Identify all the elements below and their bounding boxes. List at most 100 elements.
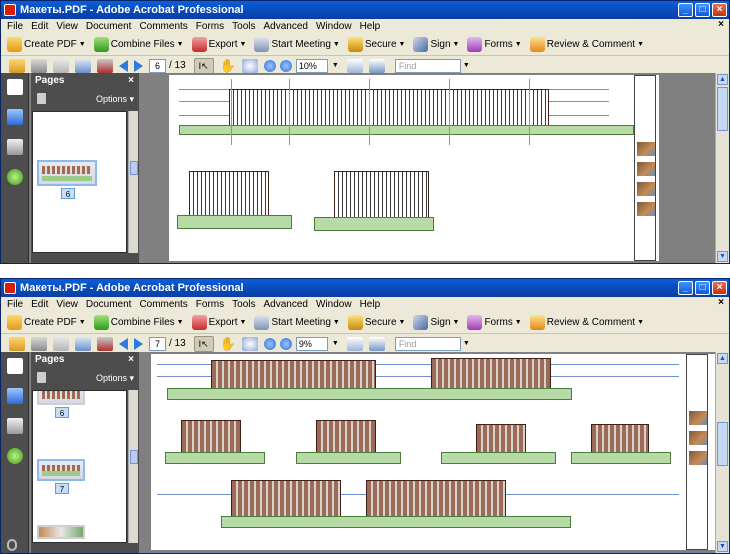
document-scrollbar[interactable]: ▲ ▼ xyxy=(715,73,729,263)
pages-icon[interactable] xyxy=(7,358,23,374)
previous-page-button[interactable] xyxy=(119,59,128,72)
zoom-level-input[interactable]: 10% xyxy=(295,58,328,73)
zoom-in-button[interactable] xyxy=(279,337,292,350)
menu-document[interactable]: Document xyxy=(82,21,136,32)
help-icon[interactable] xyxy=(7,169,23,185)
signatures-icon[interactable] xyxy=(7,418,23,434)
options-menu[interactable]: Options ▾ xyxy=(96,94,134,105)
zoom-in-button[interactable] xyxy=(279,59,292,72)
save-icon[interactable] xyxy=(53,336,69,351)
trash-icon[interactable] xyxy=(37,93,46,104)
thumbnails-scrollbar[interactable] xyxy=(128,390,138,543)
find-dropdown-icon[interactable]: ▼ xyxy=(463,340,470,347)
print-icon[interactable] xyxy=(31,58,47,73)
maximize-button[interactable]: □ xyxy=(695,3,710,17)
close-button[interactable]: × xyxy=(712,3,727,17)
menu-advanced[interactable]: Advanced xyxy=(260,299,312,310)
zoom-tool-icon[interactable] xyxy=(241,336,258,351)
close-button[interactable]: × xyxy=(712,281,727,295)
scrollbar-thumb[interactable] xyxy=(717,422,728,466)
open-folder-icon[interactable] xyxy=(9,58,25,73)
zoom-level-input[interactable]: 9% xyxy=(295,336,328,351)
start-meeting-button[interactable]: Start Meeting ▼ xyxy=(254,314,340,330)
print-icon[interactable] xyxy=(31,336,47,351)
sign-button[interactable]: Sign ▼ xyxy=(413,314,459,330)
page-number-input[interactable]: 7 xyxy=(149,336,166,351)
zoom-out-button[interactable] xyxy=(263,337,276,350)
scroll-down-icon[interactable]: ▼ xyxy=(717,541,728,552)
menu-document[interactable]: Document xyxy=(82,299,136,310)
help-icon[interactable] xyxy=(7,448,23,464)
trash-icon[interactable] xyxy=(37,372,46,383)
menu-window[interactable]: Window xyxy=(312,21,356,32)
page-thumbnail[interactable] xyxy=(37,160,97,186)
document-scrollbar[interactable]: ▲ ▼ xyxy=(715,352,729,553)
menu-help[interactable]: Help xyxy=(356,21,385,32)
menu-file[interactable]: File xyxy=(3,21,27,32)
menu-tools[interactable]: Tools xyxy=(228,299,259,310)
scroll-up-icon[interactable]: ▲ xyxy=(717,353,728,364)
scroll-up-icon[interactable]: ▲ xyxy=(717,74,728,85)
menu-view[interactable]: View xyxy=(52,299,82,310)
menu-edit[interactable]: Edit xyxy=(27,299,52,310)
export-button[interactable]: Export ▼ xyxy=(191,36,246,52)
document-close-icon[interactable]: × xyxy=(718,297,724,308)
export-button[interactable]: Export ▼ xyxy=(191,314,246,330)
document-close-icon[interactable]: × xyxy=(718,19,724,30)
menu-help[interactable]: Help xyxy=(356,299,385,310)
minimize-button[interactable]: _ xyxy=(678,281,693,295)
scrollbar-thumb[interactable] xyxy=(130,161,138,175)
menu-advanced[interactable]: Advanced xyxy=(260,21,312,32)
zoom-dropdown-icon[interactable]: ▼ xyxy=(332,62,339,69)
document-view[interactable] xyxy=(141,73,715,263)
minimize-button[interactable]: _ xyxy=(678,3,693,17)
pages-panel-close-icon[interactable]: × xyxy=(128,73,134,89)
bookmarks-icon[interactable] xyxy=(7,388,23,404)
previous-page-button[interactable] xyxy=(119,337,128,350)
secure-button[interactable]: Secure ▼ xyxy=(347,36,405,52)
attach-security-icon[interactable] xyxy=(97,336,113,351)
fit-width-icon[interactable] xyxy=(346,58,363,73)
forms-button[interactable]: Forms ▼ xyxy=(467,314,522,330)
menu-comments[interactable]: Comments xyxy=(135,299,191,310)
page-number-input[interactable]: 6 xyxy=(149,58,166,73)
pages-icon[interactable] xyxy=(7,79,23,95)
maximize-button[interactable]: □ xyxy=(695,281,710,295)
forms-button[interactable]: Forms ▼ xyxy=(467,36,522,52)
hand-tool-icon[interactable]: ✋ xyxy=(220,336,236,352)
zoom-tool-icon[interactable] xyxy=(241,58,258,73)
find-dropdown-icon[interactable]: ▼ xyxy=(463,62,470,69)
review-comment-button[interactable]: Review & Comment ▼ xyxy=(529,36,644,52)
page-thumbnail[interactable] xyxy=(37,391,85,405)
thumbnails-scrollbar[interactable] xyxy=(128,111,138,253)
combine-files-button[interactable]: Combine Files ▼ xyxy=(93,36,184,52)
select-tool-button[interactable]: I↖ xyxy=(193,57,214,74)
secure-button[interactable]: Secure ▼ xyxy=(347,314,405,330)
menu-file[interactable]: File xyxy=(3,299,27,310)
fit-page-icon[interactable] xyxy=(368,58,385,73)
page-thumbnail[interactable] xyxy=(37,459,85,481)
signatures-icon[interactable] xyxy=(7,139,23,155)
email-icon[interactable] xyxy=(75,336,91,351)
next-page-button[interactable] xyxy=(134,59,143,72)
review-comment-button[interactable]: Review & Comment ▼ xyxy=(529,314,644,330)
menu-forms[interactable]: Forms xyxy=(192,21,228,32)
bookmarks-icon[interactable] xyxy=(7,109,23,125)
sign-button[interactable]: Sign ▼ xyxy=(413,36,459,52)
scroll-down-icon[interactable]: ▼ xyxy=(717,251,728,262)
document-view[interactable] xyxy=(141,352,719,553)
find-input[interactable]: Find xyxy=(394,336,461,351)
attach-security-icon[interactable] xyxy=(97,58,113,73)
fit-width-icon[interactable] xyxy=(346,336,363,351)
create-pdf-button[interactable]: Create PDF ▼ xyxy=(7,36,86,52)
zoom-dropdown-icon[interactable]: ▼ xyxy=(332,340,339,347)
find-input[interactable]: Find xyxy=(394,58,461,73)
page-thumbnail[interactable] xyxy=(37,525,85,539)
menu-tools[interactable]: Tools xyxy=(228,21,259,32)
options-menu[interactable]: Options ▾ xyxy=(96,373,134,384)
menu-forms[interactable]: Forms xyxy=(192,299,228,310)
combine-files-button[interactable]: Combine Files ▼ xyxy=(93,314,184,330)
select-tool-button[interactable]: I↖ xyxy=(193,335,214,352)
menu-edit[interactable]: Edit xyxy=(27,21,52,32)
hand-tool-icon[interactable]: ✋ xyxy=(220,58,236,74)
